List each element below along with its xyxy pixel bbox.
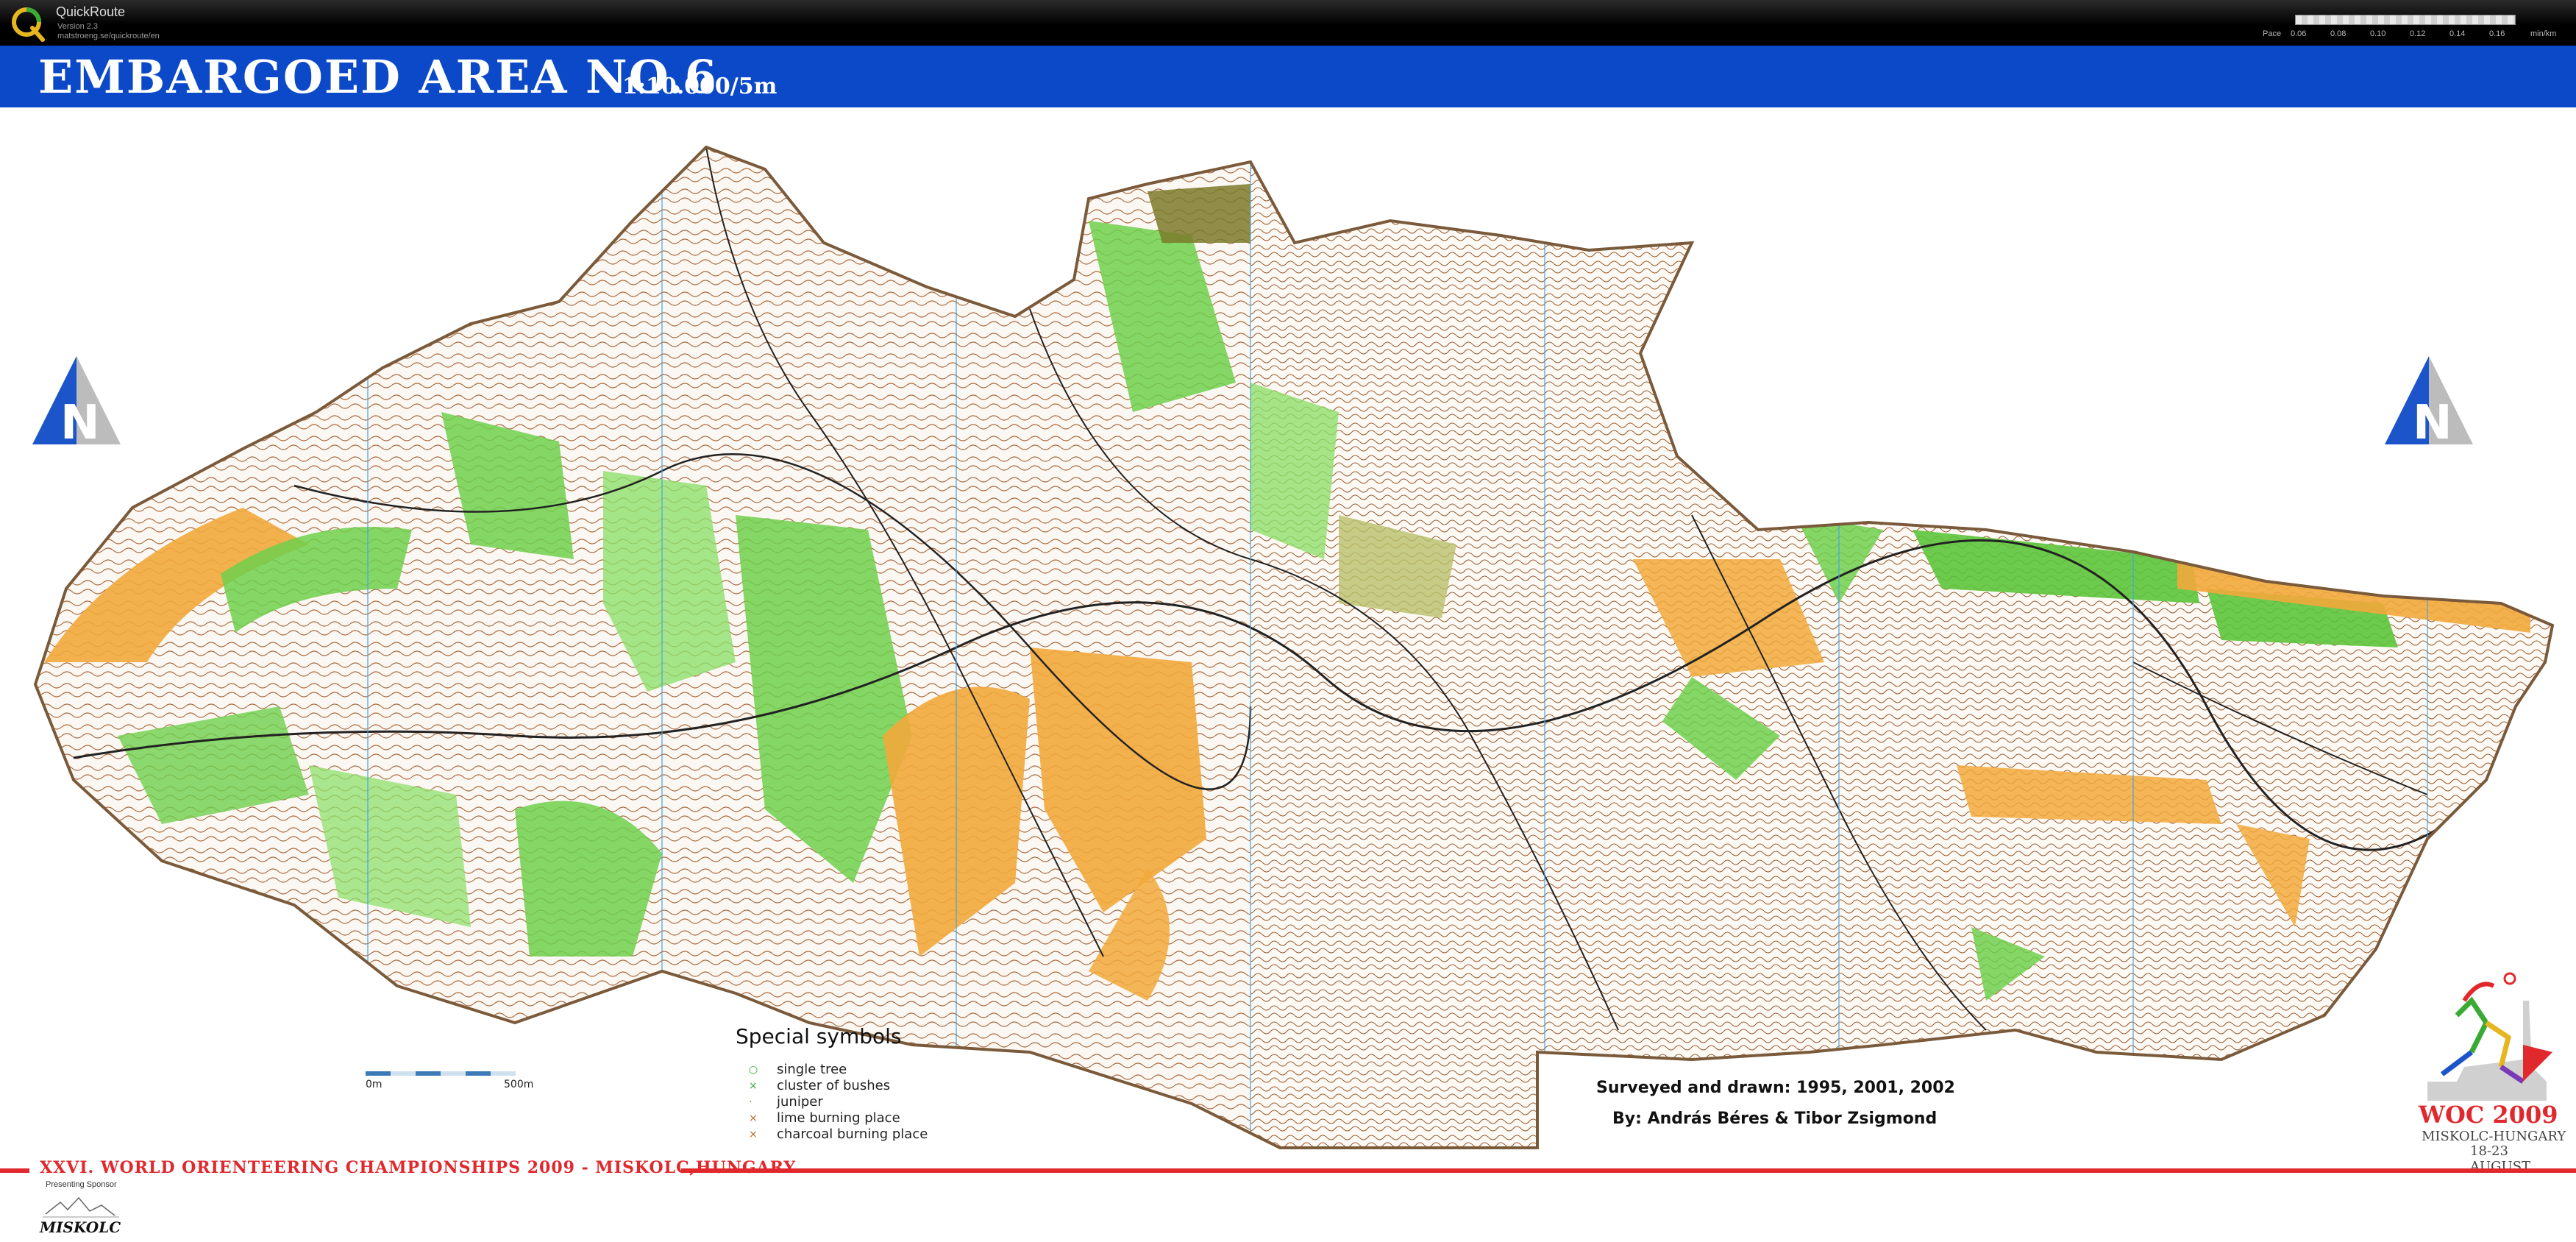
pace-tick: 0.16 bbox=[2489, 29, 2505, 38]
sponsor-name: MISKOLC bbox=[40, 1218, 121, 1236]
sponsor-label: Presenting Sponsor bbox=[46, 1180, 117, 1189]
legend-item: × cluster of bushes bbox=[736, 1078, 1000, 1094]
map-title-band: EMBARGOED AREA NO.6 1:10.000/5m bbox=[0, 46, 2576, 107]
app-version: Version 2.3 bbox=[57, 22, 99, 31]
pace-label: Pace bbox=[2263, 29, 2282, 38]
quickroute-window: QuickRoute Version 2.3 matstroeng.se/qui… bbox=[0, 0, 2576, 1242]
legend-item: ○ single tree bbox=[736, 1062, 1000, 1078]
juniper-icon: · bbox=[749, 1096, 752, 1108]
pace-tick: 0.12 bbox=[2410, 29, 2426, 38]
north-label: N bbox=[60, 396, 100, 450]
footer-rule-left bbox=[0, 1168, 29, 1173]
quickroute-logo-icon bbox=[12, 7, 45, 42]
legend-title: Special symbols bbox=[736, 1024, 902, 1048]
woc-runner-icon bbox=[2427, 972, 2552, 1101]
woc-city: MISKOLC-HUNGARY bbox=[2422, 1129, 2566, 1144]
app-url[interactable]: matstroeng.se/quickroute/en bbox=[57, 32, 160, 40]
map-scale-bar: 0m 500m bbox=[366, 1068, 542, 1090]
woc-title: WOC 2009 bbox=[2419, 1101, 2558, 1129]
legend-item: × charcoal burning place bbox=[736, 1126, 1000, 1143]
north-label: N bbox=[2413, 396, 2452, 450]
legend-item-label: single tree bbox=[777, 1062, 847, 1077]
special-symbols-legend: Special symbols ○ single tree × cluster … bbox=[736, 1024, 1000, 1143]
legend-item: · juniper bbox=[736, 1094, 1000, 1110]
footer-rule-right bbox=[681, 1168, 2576, 1173]
pace-unit: min/km bbox=[2530, 29, 2557, 38]
legend-item-label: cluster of bushes bbox=[777, 1078, 891, 1093]
pace-tick: 0.06 bbox=[2291, 29, 2307, 38]
legend-item-label: juniper bbox=[777, 1094, 823, 1110]
pace-gradient-bar[interactable] bbox=[2295, 15, 2516, 25]
bush-cluster-icon: × bbox=[749, 1080, 758, 1092]
pace-tick: 0.14 bbox=[2449, 29, 2466, 38]
pace-tick: 0.08 bbox=[2330, 29, 2346, 38]
map-title: EMBARGOED AREA NO.6 bbox=[38, 50, 718, 104]
charcoal-burning-icon: × bbox=[749, 1129, 758, 1140]
lime-burning-icon: × bbox=[749, 1113, 758, 1124]
scale-bar-graphic bbox=[366, 1071, 516, 1076]
author-credit: By: András Béres & Tibor Zsigmond bbox=[1612, 1110, 1938, 1128]
app-title-bar: QuickRoute Version 2.3 matstroeng.se/qui… bbox=[0, 0, 2576, 46]
north-arrow-icon: N bbox=[32, 356, 121, 452]
woc-2009-logo: WOC 2009 MISKOLC-HUNGARY 18-23 AUGUST bbox=[2413, 957, 2567, 1174]
map-scale: 1:10.000/5m bbox=[622, 74, 778, 99]
scale-start-label: 0m bbox=[366, 1079, 383, 1090]
north-arrow-icon: N bbox=[2385, 356, 2473, 452]
scale-end-label: 500m bbox=[504, 1079, 534, 1090]
pace-color-scale[interactable]: Pace 0.06 0.08 0.10 0.12 0.14 0.16 min/k… bbox=[2258, 13, 2567, 43]
app-name: QuickRoute bbox=[56, 4, 126, 19]
legend-item: × lime burning place bbox=[736, 1110, 1000, 1126]
legend-item-label: charcoal burning place bbox=[777, 1126, 928, 1142]
single-tree-icon: ○ bbox=[749, 1064, 758, 1076]
pace-tick: 0.10 bbox=[2370, 29, 2386, 38]
legend-item-label: lime burning place bbox=[777, 1110, 900, 1126]
championship-title: XXVI. WORLD ORIENTEERING CHAMPIONSHIPS 2… bbox=[40, 1158, 797, 1177]
survey-credit: Surveyed and drawn: 1995, 2001, 2002 bbox=[1596, 1079, 1955, 1097]
orienteering-map[interactable] bbox=[0, 107, 2576, 1164]
